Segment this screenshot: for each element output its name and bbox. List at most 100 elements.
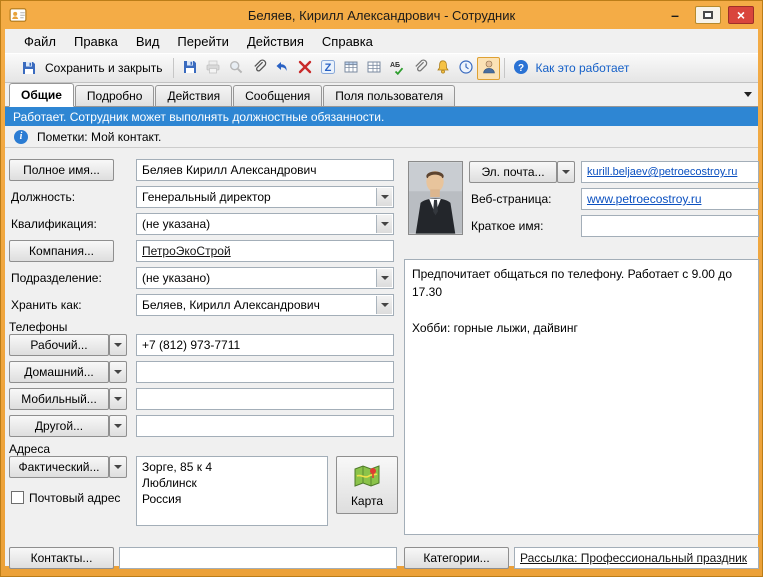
save-icon [17,57,40,80]
work-phone-field[interactable]: +7 (812) 973-7711 [136,334,394,356]
address-type-button[interactable]: Фактический... [9,456,109,478]
department-dropdown-button[interactable] [376,269,392,287]
qualification-dropdown-button[interactable] [376,215,392,233]
menu-bar: Файл Правка Вид Перейти Действия Справка [5,29,758,53]
insert-grid-button[interactable] [362,57,385,80]
file-as-label: Хранить как: [11,298,82,312]
other-phone-dropdown-button[interactable] [109,415,127,437]
tab-scroll-button[interactable] [740,87,755,102]
help-button[interactable]: ? [509,57,532,80]
home-phone-dropdown-button[interactable] [109,361,127,383]
other-phone-button[interactable]: Другой... [9,415,109,437]
attach-icon [251,58,267,78]
address-type-dropdown-button[interactable] [109,456,127,478]
menu-view[interactable]: Вид [127,31,169,52]
chevron-down-icon [114,424,122,428]
company-link[interactable]: ПетроЭкоСтрой [142,244,231,258]
home-phone-button[interactable]: Домашний... [9,361,109,383]
position-label: Должность: [11,190,76,204]
delete-button[interactable] [293,57,316,80]
other-phone-field[interactable] [136,415,394,437]
categories-link[interactable]: Рассылка: Профессиональный праздник [520,551,747,565]
position-combobox[interactable]: Генеральный директор [136,186,394,208]
chevron-down-icon [380,276,389,280]
postal-address-checkbox[interactable] [11,491,24,504]
reminder-icon [435,59,451,78]
file-as-combobox[interactable]: Беляев, Кирилл Александрович [136,294,394,316]
contact-photo-button[interactable] [477,56,501,80]
mobile-phone-dropdown-button[interactable] [109,388,127,410]
mobile-phone-button[interactable]: Мобильный... [9,388,109,410]
menu-goto[interactable]: Перейти [168,31,238,52]
svg-text:АБ: АБ [390,62,400,69]
toolbar: Сохранить и закрыть Z АБ ? Как это работ… [5,53,758,83]
undo-button[interactable] [270,57,293,80]
insert-table-button[interactable] [339,57,362,80]
recurrence-button[interactable] [454,57,477,80]
table-icon [343,59,359,78]
menu-help[interactable]: Справка [313,31,382,52]
window-controls: – × [662,6,754,24]
contacts-button[interactable]: Контакты... [9,547,114,569]
email-dropdown-button[interactable] [557,161,575,183]
address-textarea[interactable]: Зорге, 85 к 4 Люблинск Россия [136,456,328,526]
addresses-section-label: Адреса [9,442,51,456]
preview-button [224,57,247,80]
full-name-field[interactable]: Беляев Кирилл Александрович [136,159,394,181]
phones-section-label: Телефоны [9,320,68,334]
web-page-label: Веб-страница: [471,192,552,206]
status-banner: Работает. Сотрудник может выполнять долж… [5,107,758,126]
save-and-close-button[interactable]: Сохранить и закрыть [10,54,169,83]
close-button[interactable]: × [728,6,754,24]
full-name-button[interactable]: Полное имя... [9,159,114,181]
attach-file-button[interactable] [247,57,270,80]
tab-general[interactable]: Общие [9,83,74,107]
contacts-field[interactable] [119,547,397,569]
email-link[interactable]: kurill.beljaev@petroecostroy.ru [587,166,737,178]
save-icon [182,59,198,78]
work-phone-button[interactable]: Рабочий... [9,334,109,356]
save-button[interactable] [178,57,201,80]
department-combobox[interactable]: (не указано) [136,267,394,289]
attach-item-button[interactable] [408,57,431,80]
company-field[interactable]: ПетроЭкоСтрой [136,240,394,262]
position-dropdown-button[interactable] [376,188,392,206]
chevron-down-icon [562,170,570,174]
mobile-phone-field[interactable] [136,388,394,410]
department-value: (не указано) [142,271,211,285]
menu-file[interactable]: Файл [15,31,65,52]
delete-icon [297,59,313,78]
menu-edit[interactable]: Правка [65,31,127,52]
svg-text:Z: Z [325,62,332,74]
maximize-button[interactable] [695,6,721,24]
autotext-button[interactable]: Z [316,57,339,80]
notes-textarea[interactable]: Предпочитает общаться по телефону. Работ… [404,259,759,535]
web-page-field[interactable]: www.petroecostroy.ru [581,188,759,210]
file-as-dropdown-button[interactable] [376,296,392,314]
reminder-button[interactable] [431,57,454,80]
minimize-button[interactable]: – [662,6,688,24]
title-bar: Беляев, Кирилл Александрович - Сотрудник… [1,1,762,29]
work-phone-dropdown-button[interactable] [109,334,127,356]
home-phone-field[interactable] [136,361,394,383]
company-button[interactable]: Компания... [9,240,114,262]
tab-user-fields[interactable]: Поля пользователя [323,85,456,106]
menu-actions[interactable]: Действия [238,31,313,52]
qualification-combobox[interactable]: (не указана) [136,213,394,235]
qualification-value: (не указана) [142,217,211,231]
categories-button[interactable]: Категории... [404,547,509,569]
position-value: Генеральный директор [142,190,271,204]
web-page-link[interactable]: www.petroecostroy.ru [587,192,702,206]
attach-item-icon [412,58,428,78]
email-field[interactable]: kurill.beljaev@petroecostroy.ru [581,161,759,183]
map-button[interactable]: Карта [336,456,398,514]
short-name-field[interactable] [581,215,759,237]
tab-details[interactable]: Подробно [74,85,155,106]
tab-activities[interactable]: Действия [155,85,233,106]
email-button[interactable]: Эл. почта... [469,161,557,183]
contact-photo[interactable] [408,161,463,235]
tab-messages[interactable]: Сообщения [233,85,323,106]
help-link[interactable]: Как это работает [535,61,629,75]
spellcheck-button[interactable]: АБ [385,57,408,80]
categories-field[interactable]: Рассылка: Профессиональный праздник [514,547,759,569]
